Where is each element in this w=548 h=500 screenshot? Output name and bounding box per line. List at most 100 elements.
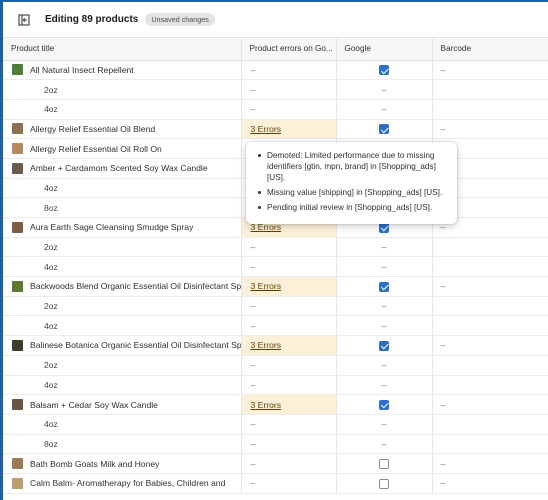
- google-checkbox[interactable]: [379, 458, 389, 469]
- google-checkbox[interactable]: [379, 222, 389, 233]
- product-errors-cell: –: [241, 99, 337, 120]
- product-thumbnail: [12, 458, 23, 470]
- exit-icon: [18, 13, 30, 26]
- tooltip-item: Demoted: Limited performance due to miss…: [258, 150, 447, 183]
- barcode-cell[interactable]: [432, 414, 548, 435]
- product-title-cell[interactable]: 4oz: [3, 99, 242, 120]
- barcode-cell[interactable]: [432, 296, 548, 317]
- exit-button[interactable]: [13, 9, 35, 31]
- product-title-cell[interactable]: 8oz: [3, 197, 242, 218]
- product-title-wrap: All Natural Insect Repellent: [12, 64, 240, 76]
- product-title-cell[interactable]: Balsam + Cedar Soy Wax Candle: [3, 394, 242, 415]
- product-errors-cell[interactable]: 3 Errors: [241, 394, 337, 415]
- product-errors-cell[interactable]: 3 Errors: [241, 335, 337, 356]
- product-errors-cell[interactable]: 3 Errors: [241, 276, 337, 297]
- product-title-cell[interactable]: 4oz: [3, 315, 242, 337]
- variant-title-text: 4oz: [44, 379, 58, 390]
- barcode-cell[interactable]: [432, 99, 548, 120]
- products-table: Product title Product errors on Go... Go…: [3, 38, 548, 494]
- errors-link[interactable]: 3 Errors: [251, 400, 282, 410]
- barcode-cell[interactable]: –: [432, 119, 548, 140]
- column-header-google[interactable]: Google: [336, 38, 433, 61]
- google-cell[interactable]: [336, 453, 433, 474]
- barcode-cell[interactable]: –: [432, 394, 548, 415]
- google-checkbox[interactable]: [379, 124, 389, 135]
- variant-row: 4oz – –: [3, 256, 548, 278]
- errors-link[interactable]: 3 Errors: [251, 124, 282, 134]
- google-checkbox[interactable]: [379, 478, 389, 489]
- product-title-cell[interactable]: 4oz: [3, 414, 242, 435]
- variant-title-text: 4oz: [44, 261, 58, 272]
- product-errors-cell[interactable]: 3 Errors: [241, 119, 337, 140]
- barcode-cell[interactable]: –: [432, 335, 548, 356]
- product-title-cell[interactable]: Aura Earth Sage Cleansing Smudge Spray: [3, 217, 242, 238]
- errors-link[interactable]: 3 Errors: [251, 340, 282, 350]
- column-header-product-errors[interactable]: Product errors on Go...: [241, 38, 337, 61]
- product-title-cell[interactable]: 2oz: [3, 79, 242, 100]
- product-title-cell[interactable]: 2oz: [3, 237, 242, 258]
- product-title-cell[interactable]: 2oz: [3, 296, 242, 317]
- barcode-cell[interactable]: [432, 237, 548, 258]
- barcode-cell[interactable]: [432, 375, 548, 396]
- product-title-cell[interactable]: 8oz: [3, 434, 242, 455]
- product-title-cell[interactable]: Allergy Relief Essential Oil Roll On: [3, 138, 242, 159]
- product-title-cell[interactable]: 4oz: [3, 256, 242, 278]
- product-title-wrap: Aura Earth Sage Cleansing Smudge Spray: [12, 221, 240, 233]
- barcode-cell[interactable]: –: [432, 473, 548, 494]
- product-title-cell[interactable]: All Natural Insect Repellent: [3, 60, 242, 81]
- product-title-cell[interactable]: Calm Balm- Aromatherapy for Babies, Chil…: [3, 473, 242, 494]
- product-errors-cell: –: [241, 256, 337, 278]
- product-title-cell[interactable]: 4oz: [3, 375, 242, 396]
- unsaved-changes-badge: Unsaved changes: [145, 13, 215, 26]
- barcode-cell[interactable]: –: [432, 60, 548, 81]
- google-cell[interactable]: [336, 276, 433, 297]
- table-body: All Natural Insect Repellent – –2oz – –4oz – –…: [3, 60, 548, 494]
- product-title-cell[interactable]: 4oz: [3, 178, 242, 199]
- product-thumbnail: [12, 162, 23, 174]
- product-title-cell[interactable]: Bath Bomb Goats Milk and Honey: [3, 453, 242, 474]
- google-checkbox[interactable]: [379, 65, 389, 76]
- google-cell[interactable]: [336, 335, 433, 356]
- google-checkbox[interactable]: [379, 281, 389, 292]
- barcode-cell[interactable]: [432, 79, 548, 100]
- google-cell: –: [336, 296, 433, 317]
- google-checkbox[interactable]: [379, 399, 389, 410]
- barcode-cell[interactable]: [432, 315, 548, 337]
- product-title-cell[interactable]: Backwoods Blend Organic Essential Oil Di…: [3, 276, 242, 297]
- variant-title-text: 4oz: [44, 419, 58, 430]
- barcode-cell[interactable]: [432, 256, 548, 278]
- variant-row: 4oz – –: [3, 315, 548, 337]
- google-cell: –: [336, 375, 433, 396]
- google-cell: –: [336, 237, 433, 258]
- product-title-text: All Natural Insect Repellent: [30, 64, 134, 75]
- product-title-cell[interactable]: Allergy Relief Essential Oil Blend: [3, 119, 242, 140]
- product-errors-cell: –: [241, 434, 337, 455]
- product-errors-cell: –: [241, 375, 337, 396]
- barcode-cell[interactable]: [432, 355, 548, 376]
- variant-row: 8oz – –: [3, 434, 548, 455]
- barcode-cell[interactable]: [432, 434, 548, 455]
- google-checkbox[interactable]: [379, 340, 389, 351]
- product-title-cell[interactable]: Balinese Botanica Organic Essential Oil …: [3, 335, 242, 356]
- google-cell[interactable]: [336, 119, 433, 140]
- variant-title-text: 2oz: [44, 360, 58, 371]
- variant-row: 4oz – –: [3, 414, 548, 435]
- product-title-text: Allergy Relief Essential Oil Roll On: [30, 143, 162, 154]
- barcode-cell[interactable]: –: [432, 276, 548, 297]
- column-header-barcode[interactable]: Barcode: [432, 38, 548, 61]
- google-cell[interactable]: [336, 473, 433, 494]
- google-cell: –: [336, 315, 433, 337]
- product-title-wrap: Amber + Cardamom Scented Soy Wax Candle: [12, 162, 240, 174]
- google-cell: –: [336, 414, 433, 435]
- errors-link[interactable]: 3 Errors: [251, 281, 282, 291]
- product-thumbnail: [12, 64, 23, 76]
- product-title-cell[interactable]: Amber + Cardamom Scented Soy Wax Candle: [3, 158, 242, 179]
- google-cell[interactable]: [336, 394, 433, 415]
- variant-title-text: 4oz: [44, 320, 58, 331]
- google-cell[interactable]: [336, 60, 433, 81]
- product-title-cell[interactable]: 2oz: [3, 355, 242, 376]
- column-header-product-title[interactable]: Product title: [3, 38, 242, 61]
- variant-row: 2oz – –: [3, 237, 548, 258]
- product-row: Balsam + Cedar Soy Wax Candle 3 Errors –: [3, 394, 548, 415]
- barcode-cell[interactable]: –: [432, 453, 548, 474]
